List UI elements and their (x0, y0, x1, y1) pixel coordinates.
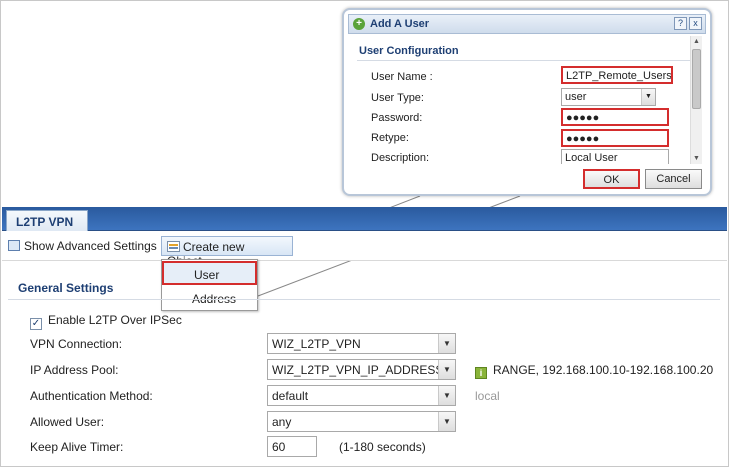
keep-alive-label: Keep Alive Timer: (30, 440, 124, 454)
retype-input[interactable]: ●●●●● (561, 129, 669, 147)
keep-alive-hint: (1-180 seconds) (339, 440, 426, 454)
cancel-button[interactable]: Cancel (645, 169, 702, 189)
vpn-connection-select[interactable]: WIZ_L2TP_VPN ▼ (267, 333, 456, 354)
enable-l2tp-checkbox[interactable]: ✓ (30, 318, 42, 330)
auth-method-label: Authentication Method: (30, 389, 153, 403)
tab-bar: L2TP VPN (2, 207, 727, 232)
auth-method-value: default (272, 389, 309, 403)
password-input[interactable]: ●●●●● (561, 108, 669, 126)
allowed-user-select[interactable]: any ▼ (267, 411, 456, 432)
auth-method-select[interactable]: default ▼ (267, 385, 456, 406)
enable-l2tp-label: Enable L2TP Over IPSec (48, 313, 182, 327)
ip-pool-range: RANGE, 192.168.100.10-192.168.100.20 (493, 363, 714, 377)
add-icon: + (353, 18, 365, 30)
user-name-input[interactable]: L2TP_Remote_Users (561, 66, 673, 84)
password-label: Password: (371, 112, 423, 124)
section-divider (8, 299, 720, 300)
tab-label: L2TP VPN (16, 215, 74, 229)
add-user-dialog: + Add A User ? x User Configuration User… (342, 8, 712, 196)
show-advanced-label: Show Advanced Settings (24, 239, 157, 253)
close-icon[interactable]: x (689, 17, 702, 30)
chevron-down-icon: ▼ (438, 360, 455, 379)
auth-method-hint: local (475, 389, 500, 403)
scroll-up-icon[interactable]: ▲ (691, 36, 702, 47)
dialog-title: Add A User (370, 18, 430, 30)
object-icon (167, 241, 180, 252)
description-label: Description: (371, 152, 430, 164)
user-name-label: User Name : (371, 71, 433, 83)
allowed-user-label: Allowed User: (30, 415, 105, 429)
ok-button[interactable]: OK (583, 169, 640, 189)
user-configuration-title: User Configuration (359, 45, 459, 57)
user-type-select[interactable]: user ▼ (561, 88, 656, 106)
menu-item-user[interactable]: User (162, 261, 257, 285)
ip-pool-select[interactable]: WIZ_L2TP_VPN_IP_ADDRESS_ ▼ (267, 359, 456, 380)
scroll-thumb[interactable] (692, 49, 701, 109)
ip-pool-info: i RANGE, 192.168.100.10-192.168.100.20 (475, 363, 713, 379)
toolbar: Show Advanced Settings Create new Object… (2, 231, 727, 268)
ip-pool-label: IP Address Pool: (30, 363, 119, 377)
show-advanced-settings-button[interactable]: Show Advanced Settings (8, 239, 157, 253)
ip-pool-value: WIZ_L2TP_VPN_IP_ADDRESS_ (272, 363, 451, 377)
settings-list-icon (8, 240, 20, 251)
info-icon: i (475, 367, 487, 379)
vpn-connection-value: WIZ_L2TP_VPN (272, 337, 361, 351)
user-type-value: user (565, 91, 587, 103)
vpn-connection-label: VPN Connection: (30, 337, 123, 351)
create-new-object-button[interactable]: Create new Object▼ (161, 236, 293, 268)
dialog-body: User Configuration User Name : L2TP_Remo… (349, 36, 705, 164)
user-type-label: User Type: (371, 92, 424, 104)
tab-l2tp-vpn[interactable]: L2TP VPN (6, 210, 88, 232)
keep-alive-input[interactable]: 60 (267, 436, 317, 457)
chevron-down-icon: ▼ (641, 89, 655, 105)
general-settings-title: General Settings (18, 281, 114, 295)
chevron-down-icon: ▼ (438, 334, 455, 353)
scroll-down-icon[interactable]: ▼ (691, 153, 702, 164)
retype-label: Retype: (371, 132, 409, 144)
chevron-down-icon: ▼ (438, 412, 455, 431)
chevron-down-icon: ▼ (438, 386, 455, 405)
allowed-user-value: any (272, 415, 292, 429)
section-divider (357, 60, 691, 61)
dialog-header: + Add A User ? x (348, 14, 706, 34)
create-object-menu: User Address (161, 259, 258, 311)
enable-l2tp-row: ✓ Enable L2TP Over IPSec (30, 313, 182, 330)
help-icon[interactable]: ? (674, 17, 687, 30)
description-input[interactable]: Local User (561, 149, 669, 164)
dialog-scrollbar[interactable]: ▲ ▼ (690, 36, 702, 164)
